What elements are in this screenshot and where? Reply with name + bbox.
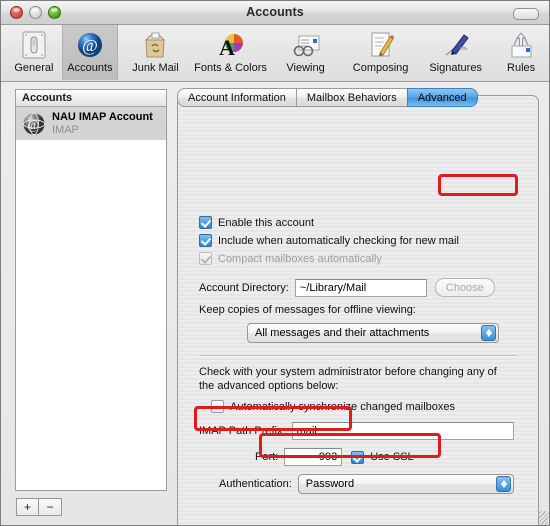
accounts-at-icon: @ — [77, 33, 102, 57]
enable-account-checkbox[interactable] — [199, 216, 212, 229]
include-when-checking-label: Include when automatically checking for … — [218, 234, 459, 247]
admin-notice-text: Check with your system administrator bef… — [199, 366, 497, 392]
toolbar-item-accounts-label: Accounts — [67, 62, 113, 74]
imap-path-prefix-input[interactable]: mail — [291, 422, 514, 440]
account-list-buttons: + − — [16, 498, 62, 516]
account-list-item[interactable]: @ NAU IMAP Account IMAP — [16, 107, 166, 140]
imap-account-globe-icon: @ — [23, 112, 45, 135]
preferences-content: Accounts @ NAU IMAP Account IMAP + − Acc… — [1, 82, 549, 525]
auto-sync-label: Automatically synchronize changed mailbo… — [230, 400, 456, 413]
composing-icon — [371, 32, 394, 57]
section-divider — [199, 355, 517, 357]
use-ssl-checkbox[interactable] — [351, 450, 365, 464]
authentication-label: Authentication: — [219, 478, 292, 490]
toolbar-toggle-button[interactable] — [513, 8, 539, 20]
enable-account-label: Enable this account — [218, 216, 315, 229]
include-check-row[interactable]: Include when automatically checking for … — [199, 234, 459, 247]
toolbar-item-fonts-colors-label: Fonts & Colors — [194, 62, 267, 74]
offline-copies-select-value: All messages and their attachments — [255, 327, 430, 339]
fonts-colors-icon: A — [219, 34, 243, 60]
offline-viewing-label-row: Keep copies of messages for offline view… — [199, 304, 416, 316]
use-ssl-label: Use SSL — [370, 451, 414, 463]
auto-sync-checkbox[interactable] — [211, 400, 224, 413]
port-label: Port: — [255, 451, 279, 463]
window-titlebar: Accounts — [1, 1, 549, 25]
svg-text:A: A — [219, 35, 235, 60]
preferences-toolbar: General @ Accounts Junk Mail A Fonts & C… — [1, 25, 549, 82]
toolbar-item-composing[interactable]: Composing — [343, 25, 418, 80]
tab-account-information[interactable]: Account Information — [177, 88, 296, 107]
toolbar-item-composing-label: Composing — [352, 62, 409, 74]
port-input[interactable]: 993 — [284, 448, 343, 466]
compact-mailboxes-label: Compact mailboxes automatically — [218, 252, 382, 265]
window-title: Accounts — [246, 5, 304, 19]
offline-popup-row[interactable]: All messages and their attachments — [247, 323, 499, 343]
account-directory-label: Account Directory: — [199, 281, 289, 294]
add-account-button[interactable]: + — [16, 498, 39, 516]
toolbar-item-fonts-colors[interactable]: A Fonts & Colors — [193, 25, 268, 80]
toolbar-item-viewing-label: Viewing — [286, 62, 325, 74]
chevron-updown-icon — [481, 325, 496, 341]
toolbar-item-general[interactable]: General — [6, 25, 62, 80]
toolbar-item-viewing[interactable]: Viewing — [268, 25, 343, 80]
toolbar-item-accounts[interactable]: @ Accounts — [61, 25, 118, 80]
svg-text:@: @ — [27, 116, 39, 131]
chevron-updown-icon — [495, 476, 511, 492]
toolbar-item-signatures[interactable]: Signatures — [418, 25, 493, 80]
toolbar-item-rules-label: Rules — [507, 62, 536, 74]
tab-advanced[interactable]: Advanced — [406, 88, 478, 107]
choose-directory-button[interactable]: Choose — [434, 278, 495, 297]
junk-mail-icon — [145, 32, 166, 58]
authentication-select-value: Password — [305, 478, 355, 490]
offline-copies-select[interactable]: All messages and their attachments — [247, 323, 499, 343]
accounts-list-panel: Accounts @ NAU IMAP Account IMAP — [15, 89, 167, 491]
imap-path-prefix-row: IMAP Path Prefix: mail — [199, 422, 514, 440]
authentication-row: Authentication: Password — [219, 474, 514, 494]
toolbar-item-signatures-label: Signatures — [429, 62, 482, 74]
compact-mailboxes-row: Compact mailboxes automatically — [199, 252, 382, 265]
account-directory-row: Account Directory: ~/Library/Mail Choose — [199, 278, 495, 297]
authentication-select[interactable]: Password — [297, 474, 514, 494]
remove-account-button[interactable]: − — [39, 498, 62, 516]
accounts-preferences-window: Accounts General @ Accounts Junk Mail A … — [0, 0, 550, 526]
toolbar-item-junk-mail-label: Junk Mail — [132, 62, 179, 74]
account-list-item-text: NAU IMAP Account IMAP — [52, 111, 153, 136]
imap-path-prefix-label: IMAP Path Prefix: — [199, 425, 286, 437]
viewing-icon — [293, 35, 320, 57]
account-name: NAU IMAP Account — [52, 110, 153, 123]
general-icon — [22, 31, 46, 59]
toolbar-item-general-label: General — [14, 62, 54, 74]
enable-account-row[interactable]: Enable this account — [199, 216, 314, 229]
toolbar-item-junk-mail[interactable]: Junk Mail — [118, 25, 193, 80]
account-type: IMAP — [52, 123, 79, 136]
signatures-icon — [445, 34, 469, 56]
svg-text:@: @ — [82, 36, 98, 55]
port-row: Port: 993 Use SSL — [255, 448, 414, 466]
include-when-checking-checkbox[interactable] — [199, 234, 212, 247]
toolbar-item-rules[interactable]: Rules — [493, 25, 549, 80]
compact-mailboxes-checkbox — [199, 252, 212, 265]
auto-sync-row[interactable]: Automatically synchronize changed mailbo… — [211, 400, 455, 413]
accounts-list-header: Accounts — [16, 90, 166, 107]
account-directory-input[interactable]: ~/Library/Mail — [294, 278, 427, 297]
offline-viewing-label: Keep copies of messages for offline view… — [199, 304, 416, 316]
settings-tabs: Account Information Mailbox Behaviors Ad… — [177, 85, 539, 107]
advanced-settings-form: Enable this account Include when automat… — [177, 95, 539, 525]
rules-icon — [511, 32, 532, 58]
tab-mailbox-behaviors[interactable]: Mailbox Behaviors — [295, 88, 407, 107]
